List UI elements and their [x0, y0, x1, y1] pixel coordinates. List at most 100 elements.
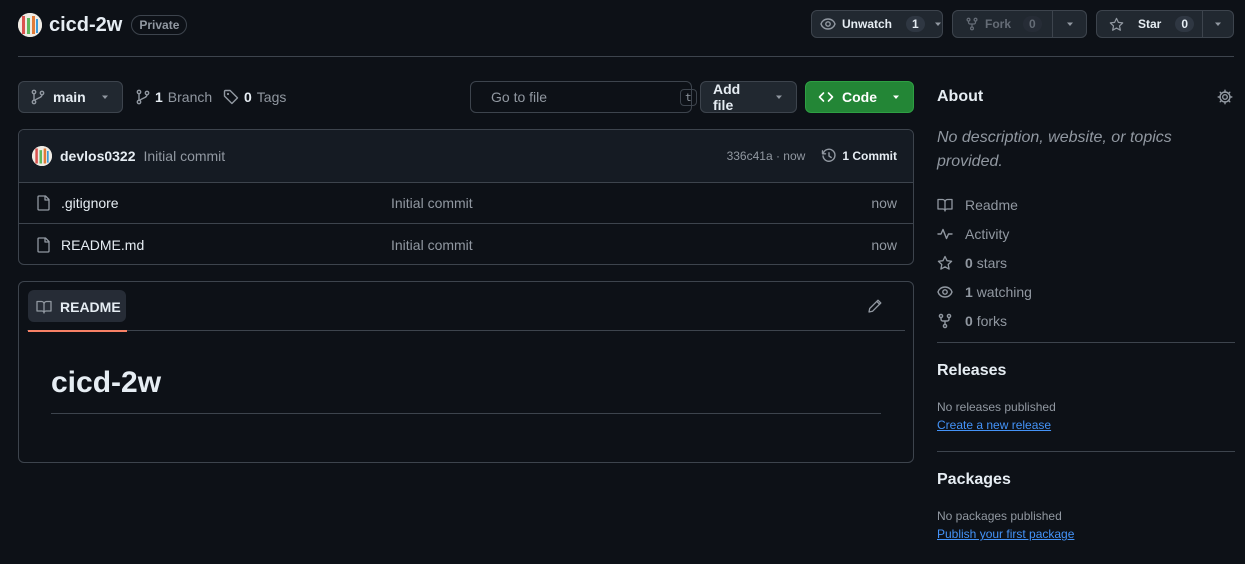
- file-row[interactable]: README.md Initial commit now: [19, 224, 913, 264]
- caret-down-icon: [102, 95, 108, 99]
- unwatch-label: Unwatch: [842, 17, 893, 31]
- fork-label: Fork: [985, 17, 1012, 31]
- activity-link-label: Activity: [965, 225, 1010, 242]
- readme-tab-label: README: [60, 299, 121, 315]
- readme-tab-bar: README: [27, 282, 905, 332]
- repo-owner-avatar[interactable]: [18, 13, 42, 37]
- code-label: Code: [842, 89, 877, 105]
- file-browser: devlos0322 Initial commit 336c41a · now …: [18, 129, 914, 265]
- readme-tab[interactable]: README: [28, 290, 129, 332]
- packages-title[interactable]: Packages: [937, 471, 1011, 489]
- branch-name: main: [53, 89, 86, 105]
- code-button[interactable]: Code: [805, 81, 914, 113]
- fork-count: 0: [1023, 16, 1042, 32]
- watch-caret-button[interactable]: [933, 11, 942, 37]
- tag-icon: [223, 89, 239, 105]
- go-to-file-input[interactable]: [491, 89, 672, 105]
- fork-icon: [966, 17, 978, 31]
- file-name-link[interactable]: README.md: [61, 237, 391, 253]
- eye-icon: [937, 285, 953, 298]
- publish-package-link[interactable]: Publish your first package: [937, 527, 1074, 541]
- file-commit-message[interactable]: Initial commit: [391, 237, 871, 253]
- caret-down-icon: [776, 95, 783, 99]
- caret-down-icon: [934, 22, 941, 26]
- readme-panel: README cicd-2w: [18, 281, 914, 463]
- gear-icon[interactable]: [1217, 89, 1233, 105]
- history-icon: [822, 148, 836, 162]
- active-tab-indicator: [28, 330, 127, 332]
- create-release-link[interactable]: Create a new release: [937, 418, 1051, 432]
- commit-author-link[interactable]: devlos0322: [60, 148, 136, 164]
- branch-icon: [31, 89, 45, 105]
- file-name-link[interactable]: .gitignore: [61, 195, 391, 211]
- sidebar-divider: [937, 342, 1235, 343]
- about-title: About: [937, 88, 984, 105]
- star-icon: [1109, 17, 1124, 31]
- header-divider: [18, 56, 1234, 57]
- visibility-badge: Private: [131, 15, 188, 35]
- stars-count: 0: [965, 254, 973, 271]
- readme-heading-rule: [51, 413, 881, 414]
- star-icon: [937, 255, 953, 270]
- author-avatar[interactable]: [32, 146, 52, 166]
- readme-link[interactable]: Readme: [937, 190, 1032, 219]
- branch-selector-button[interactable]: main: [18, 81, 123, 113]
- repo-header-actions: Unwatch 1 Fork 0 Star 0: [811, 10, 1234, 38]
- repo-name-link[interactable]: cicd-2w: [49, 14, 122, 37]
- watchers-link[interactable]: 1 watching: [937, 277, 1032, 306]
- fork-caret-button[interactable]: [1052, 11, 1086, 37]
- branches-link[interactable]: 1 Branch: [136, 81, 212, 113]
- tag-count: 0: [244, 89, 252, 105]
- fork-button[interactable]: Fork 0: [953, 11, 1052, 37]
- file-row[interactable]: .gitignore Initial commit now: [19, 183, 913, 224]
- pulse-icon: [937, 228, 953, 239]
- book-icon: [937, 198, 953, 212]
- star-caret-button[interactable]: [1202, 11, 1233, 37]
- commits-history-link[interactable]: 1 Commit: [821, 148, 897, 164]
- sidebar-divider: [937, 451, 1235, 452]
- branch-icon: [136, 89, 150, 105]
- unwatch-button[interactable]: Unwatch 1: [812, 11, 933, 37]
- branch-label: Branch: [167, 89, 213, 105]
- readme-link-label: Readme: [965, 196, 1018, 213]
- file-commit-message[interactable]: Initial commit: [391, 195, 871, 211]
- add-file-button[interactable]: Add file: [700, 81, 797, 113]
- forks-link[interactable]: 0 forks: [937, 306, 1032, 335]
- stars-link[interactable]: 0 stars: [937, 248, 1032, 277]
- repo-header: cicd-2w Private: [18, 12, 188, 38]
- code-icon: [818, 92, 834, 102]
- readme-heading: cicd-2w: [51, 366, 162, 399]
- add-file-label: Add file: [713, 81, 741, 113]
- eye-icon: [820, 18, 836, 30]
- watching-count: 1: [965, 283, 973, 300]
- go-to-file-search[interactable]: t: [470, 81, 697, 113]
- file-icon: [37, 195, 50, 211]
- file-icon: [37, 236, 50, 253]
- fork-icon: [938, 313, 952, 328]
- commit-sha-link[interactable]: 336c41a · now: [727, 149, 806, 163]
- book-icon: [36, 300, 52, 314]
- pencil-icon[interactable]: [867, 298, 883, 314]
- caret-down-icon: [1215, 22, 1222, 26]
- star-button[interactable]: Star 0: [1097, 11, 1202, 37]
- star-count: 0: [1175, 16, 1195, 32]
- file-commit-date: now: [871, 195, 897, 211]
- releases-title[interactable]: Releases: [937, 362, 1006, 380]
- about-list: Readme Activity 0 stars 1 watching 0 for…: [937, 190, 1032, 335]
- tag-label: Tags: [256, 89, 287, 105]
- packages-empty-text: No packages published: [937, 509, 1062, 523]
- about-description: No description, website, or topics provi…: [937, 129, 1172, 170]
- stars-label: stars: [976, 254, 1008, 271]
- watch-count: 1: [906, 16, 925, 32]
- caret-down-icon: [1066, 22, 1073, 26]
- activity-link[interactable]: Activity: [937, 219, 1032, 248]
- watching-label: watching: [976, 283, 1032, 300]
- watch-button-group: Unwatch 1: [811, 10, 943, 38]
- latest-commit-row: devlos0322 Initial commit 336c41a · now …: [19, 130, 913, 183]
- star-label: Star: [1138, 17, 1162, 31]
- commit-count-label: 1 Commit: [842, 149, 897, 163]
- tags-link[interactable]: 0 Tags: [223, 81, 286, 113]
- commit-message-link[interactable]: Initial commit: [144, 148, 226, 164]
- star-button-group: Star 0: [1096, 10, 1234, 38]
- keyboard-shortcut-hint: t: [680, 88, 697, 106]
